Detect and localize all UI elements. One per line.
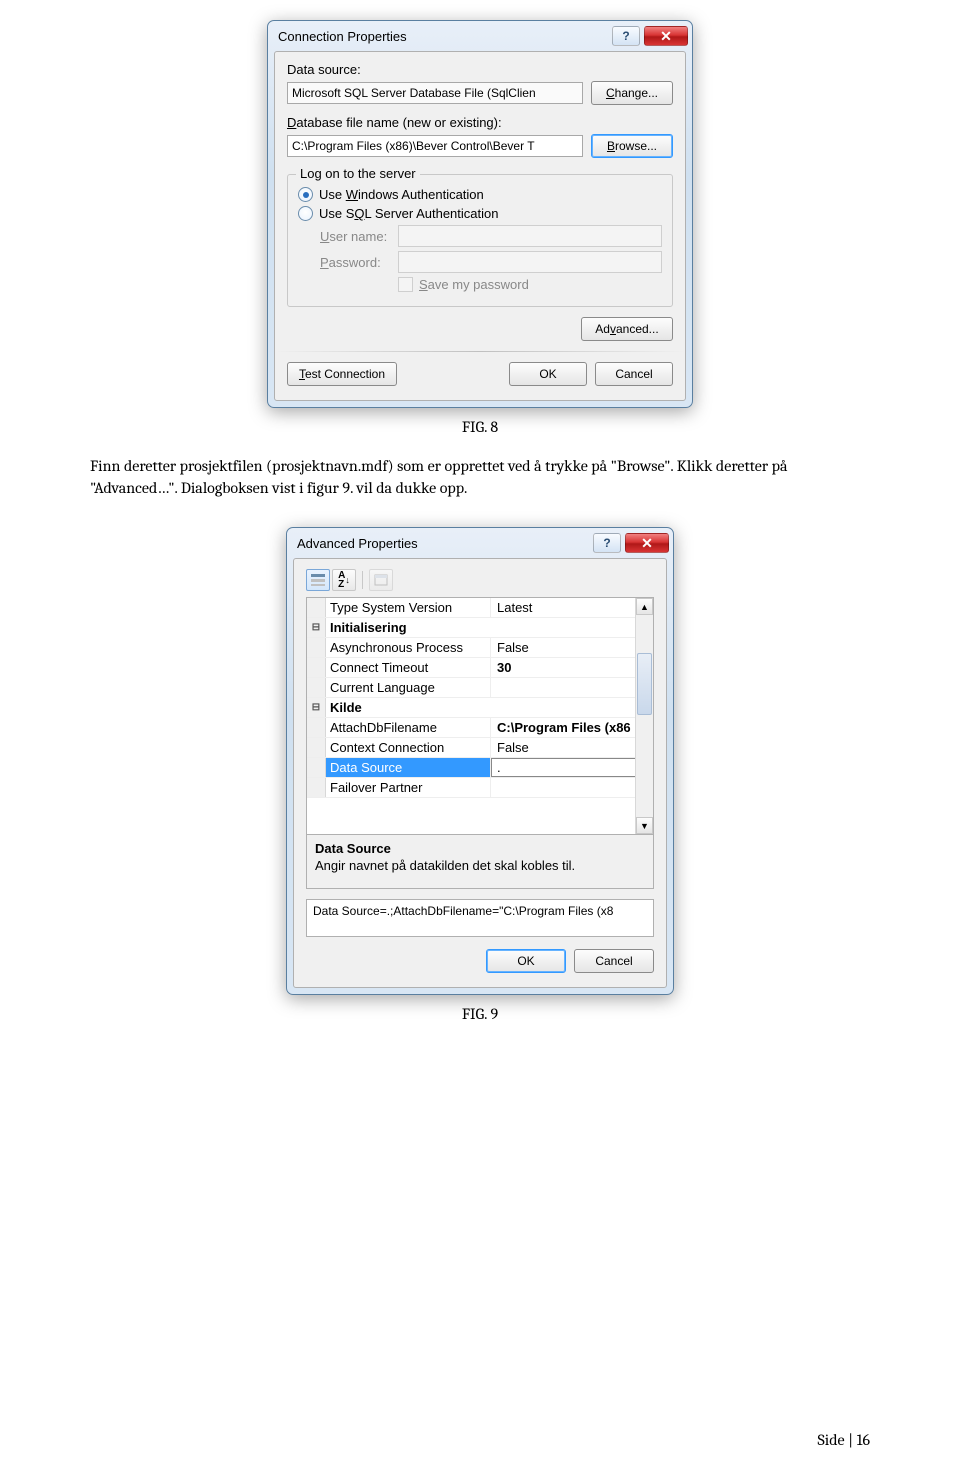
row-gutter	[307, 738, 326, 757]
username-input	[398, 225, 662, 247]
use-sql-auth-radio[interactable]: Use SQL Server Authentication	[298, 206, 662, 221]
body-paragraph: Finn deretter prosjektfilen (prosjektnav…	[90, 456, 870, 499]
toolbar-separator	[362, 571, 363, 589]
property-row[interactable]: Context ConnectionFalse	[307, 738, 653, 758]
property-row[interactable]: Type System VersionLatest	[307, 598, 653, 618]
db-file-input[interactable]: C:\Program Files (x86)\Bever Control\Bev…	[287, 135, 583, 157]
row-gutter	[307, 658, 326, 677]
close-icon[interactable]: ✕	[644, 26, 688, 46]
property-grid[interactable]: Type System VersionLatest⊟Initialisering…	[306, 597, 654, 835]
dialog-title: Advanced Properties	[297, 536, 589, 551]
dialog-body: AZ↓ Type System VersionLatest⊟Initialise…	[293, 558, 667, 988]
titlebar: Advanced Properties ? ✕	[287, 528, 673, 558]
property-row[interactable]: Failover Partner	[307, 778, 653, 798]
property-category: ⊟Initialisering	[307, 618, 653, 638]
row-gutter	[307, 778, 326, 797]
figure-caption: FIG. 8	[90, 418, 870, 436]
scroll-thumb[interactable]	[637, 653, 652, 715]
property-name: Type System Version	[326, 598, 491, 617]
help-icon[interactable]: ?	[593, 533, 621, 553]
radio-unselected-icon	[298, 206, 313, 221]
connection-string-display: Data Source=.;AttachDbFilename="C:\Progr…	[306, 899, 654, 937]
ok-button[interactable]: OK	[486, 949, 566, 973]
cancel-button[interactable]: Cancel	[595, 362, 673, 386]
property-row[interactable]: Connect Timeout30	[307, 658, 653, 678]
property-name: AttachDbFilename	[326, 718, 491, 737]
logon-group-title: Log on to the server	[296, 166, 420, 181]
dialog-body: Data source: Microsoft SQL Server Databa…	[274, 51, 686, 401]
property-name: Initialisering	[326, 618, 653, 637]
property-pages-icon	[369, 569, 393, 591]
password-label: Password:	[320, 255, 398, 270]
property-row[interactable]: AttachDbFilenameC:\Program Files (x86	[307, 718, 653, 738]
change-button[interactable]: Change...	[591, 81, 673, 105]
property-name: Asynchronous Process	[326, 638, 491, 657]
property-name: Failover Partner	[326, 778, 491, 797]
property-row[interactable]: Asynchronous ProcessFalse	[307, 638, 653, 658]
page-number: Side | 16	[818, 1431, 870, 1449]
connection-properties-dialog: Connection Properties ? ✕ Data source: M…	[267, 20, 693, 408]
row-gutter	[307, 598, 326, 617]
property-name: Data Source	[326, 758, 491, 777]
use-windows-auth-radio[interactable]: Use Windows Authentication	[298, 187, 662, 202]
row-gutter: ⊟	[307, 618, 326, 637]
ok-button[interactable]: OK	[509, 362, 587, 386]
save-password-checkbox	[398, 277, 413, 292]
advanced-properties-dialog: Advanced Properties ? ✕ AZ↓ Type System	[286, 527, 674, 995]
close-icon[interactable]: ✕	[625, 533, 669, 553]
row-gutter	[307, 758, 326, 777]
dialog-title: Connection Properties	[278, 29, 608, 44]
advanced-button[interactable]: Advanced...	[581, 317, 673, 341]
password-input	[398, 251, 662, 273]
db-file-label: Database file name (new or existing):	[287, 115, 673, 130]
scrollbar[interactable]: ▲ ▼	[635, 598, 653, 834]
browse-button[interactable]: Browse...	[591, 134, 673, 158]
test-connection-button[interactable]: Test Connection	[287, 362, 397, 386]
row-gutter	[307, 678, 326, 697]
titlebar: Connection Properties ? ✕	[268, 21, 692, 51]
description-pane: Data Source Angir navnet på datakilden d…	[306, 835, 654, 889]
help-icon[interactable]: ?	[612, 26, 640, 46]
alphabetical-icon[interactable]: AZ↓	[332, 569, 356, 591]
description-text: Angir navnet på datakilden det skal kobl…	[315, 858, 645, 873]
property-row[interactable]: Current Language	[307, 678, 653, 698]
property-name: Context Connection	[326, 738, 491, 757]
property-category: ⊟Kilde	[307, 698, 653, 718]
username-label: User name:	[320, 229, 398, 244]
property-value	[491, 778, 653, 797]
cancel-button[interactable]: Cancel	[574, 949, 654, 973]
property-grid-toolbar: AZ↓	[306, 569, 654, 591]
property-name: Current Language	[326, 678, 491, 697]
figure-caption: FIG. 9	[90, 1005, 870, 1023]
scroll-track[interactable]	[636, 615, 653, 817]
property-value[interactable]: .▾	[491, 758, 653, 777]
description-title: Data Source	[315, 841, 645, 856]
property-value: False	[491, 638, 653, 657]
scroll-up-icon[interactable]: ▲	[636, 598, 653, 615]
property-value: 30	[491, 658, 653, 677]
property-row[interactable]: Data Source.▾	[307, 758, 653, 778]
radio-selected-icon	[298, 187, 313, 202]
row-gutter	[307, 638, 326, 657]
property-name: Connect Timeout	[326, 658, 491, 677]
data-source-input[interactable]: Microsoft SQL Server Database File (SqlC…	[287, 82, 583, 104]
property-value: Latest	[491, 598, 653, 617]
scroll-down-icon[interactable]: ▼	[636, 817, 653, 834]
separator	[275, 351, 685, 352]
property-value: C:\Program Files (x86	[491, 718, 653, 737]
property-value: False	[491, 738, 653, 757]
categorized-icon[interactable]	[306, 569, 330, 591]
save-password-label: Save my password	[419, 277, 529, 292]
data-source-label: Data source:	[287, 62, 673, 77]
row-gutter	[307, 718, 326, 737]
row-gutter: ⊟	[307, 698, 326, 717]
property-value	[491, 678, 653, 697]
property-name: Kilde	[326, 698, 653, 717]
logon-group: Log on to the server Use Windows Authent…	[287, 174, 673, 307]
